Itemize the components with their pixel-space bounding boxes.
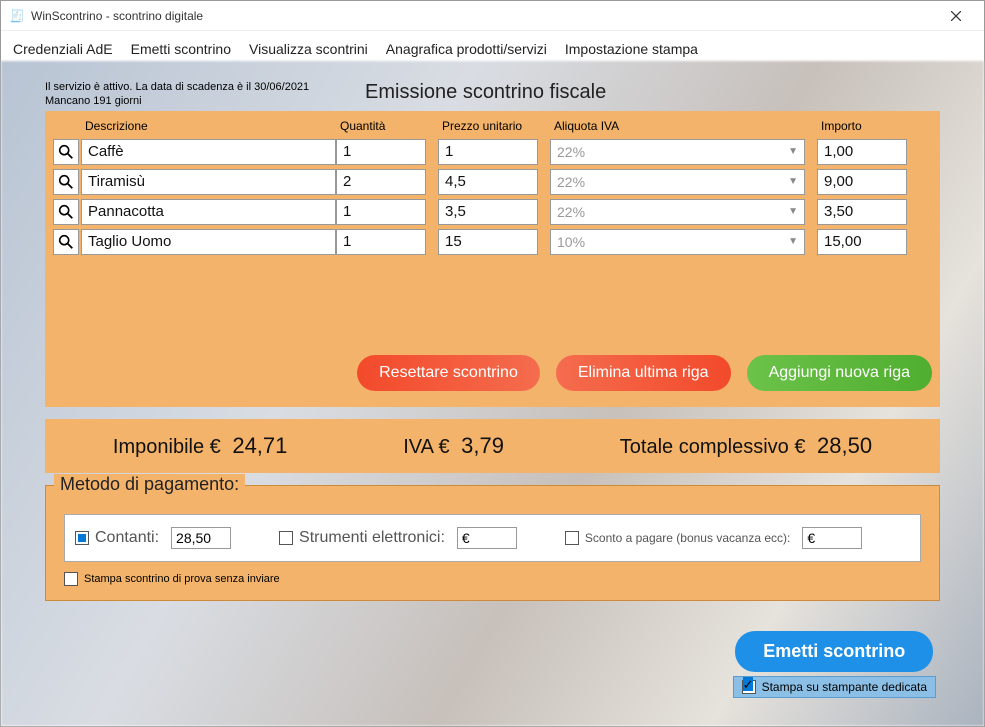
contanti-input[interactable] bbox=[171, 527, 231, 549]
delete-last-row-button[interactable]: Elimina ultima riga bbox=[556, 355, 731, 391]
totals-panel: Imponibile € 24,71 IVA € 3,79 Totale com… bbox=[45, 419, 940, 473]
col-importo: Importo bbox=[817, 117, 907, 135]
reset-button[interactable]: Resettare scontrino bbox=[357, 355, 540, 391]
prezzo-input[interactable] bbox=[438, 229, 538, 255]
emit-button[interactable]: Emetti scontrino bbox=[735, 631, 933, 672]
chevron-down-icon: ▼ bbox=[788, 206, 798, 217]
totale-value: 28,50 bbox=[817, 433, 872, 458]
importo-input[interactable] bbox=[817, 139, 907, 165]
search-product-button[interactable] bbox=[53, 229, 79, 255]
contanti-checkbox[interactable] bbox=[75, 531, 89, 545]
payment-title: Metodo di pagamento: bbox=[54, 474, 245, 495]
add-row-button[interactable]: Aggiungi nuova riga bbox=[747, 355, 932, 391]
sconto-checkbox[interactable] bbox=[565, 531, 579, 545]
col-prezzo: Prezzo unitario bbox=[438, 117, 538, 135]
strumenti-input[interactable] bbox=[457, 527, 517, 549]
aliquota-select[interactable]: 10%▼ bbox=[550, 229, 805, 255]
aliquota-select[interactable]: 22%▼ bbox=[550, 139, 805, 165]
search-product-button[interactable] bbox=[53, 169, 79, 195]
iva-label: IVA € bbox=[403, 436, 449, 458]
search-product-button[interactable] bbox=[53, 199, 79, 225]
prezzo-input[interactable] bbox=[438, 199, 538, 225]
test-print-checkbox[interactable] bbox=[64, 572, 78, 586]
chevron-down-icon: ▼ bbox=[788, 176, 798, 187]
imponibile-value: 24,71 bbox=[232, 433, 287, 458]
iva-value: 3,79 bbox=[461, 433, 504, 458]
col-descrizione: Descrizione bbox=[81, 117, 336, 135]
descrizione-input[interactable] bbox=[81, 169, 336, 195]
quantita-input[interactable] bbox=[336, 139, 426, 165]
payment-panel: Metodo di pagamento: Contanti: Strumenti… bbox=[45, 485, 940, 601]
sconto-label: Sconto a pagare (bonus vacanza ecc): bbox=[585, 531, 790, 545]
quantita-input[interactable] bbox=[336, 169, 426, 195]
descrizione-input[interactable] bbox=[81, 229, 336, 255]
totale-label: Totale complessivo € bbox=[620, 436, 806, 458]
descrizione-input[interactable] bbox=[81, 199, 336, 225]
col-quantita: Quantità bbox=[336, 117, 426, 135]
line-items-panel: Descrizione Quantità Prezzo unitario Ali… bbox=[45, 111, 940, 407]
chevron-down-icon: ▼ bbox=[788, 146, 798, 157]
status-text: Il servizio è attivo. La data di scadenz… bbox=[45, 81, 345, 109]
search-product-button[interactable] bbox=[53, 139, 79, 165]
strumenti-checkbox[interactable] bbox=[279, 531, 293, 545]
dedicated-label: Stampa su stampante dedicata bbox=[762, 680, 927, 694]
imponibile-label: Imponibile € bbox=[113, 436, 221, 458]
close-button[interactable] bbox=[936, 1, 976, 31]
close-icon bbox=[951, 11, 961, 21]
aliquota-select[interactable]: 22%▼ bbox=[550, 169, 805, 195]
dedicated-printer-row[interactable]: Stampa su stampante dedicata bbox=[733, 676, 936, 698]
table-row: 22%▼ bbox=[53, 169, 932, 195]
col-aliquota: Aliquota IVA bbox=[550, 117, 805, 135]
titlebar: 🧾 WinScontrino - scontrino digitale bbox=[1, 1, 984, 31]
sconto-input[interactable] bbox=[802, 527, 862, 549]
importo-input[interactable] bbox=[817, 229, 907, 255]
prezzo-input[interactable] bbox=[438, 139, 538, 165]
app-icon: 🧾 bbox=[9, 8, 25, 24]
chevron-down-icon: ▼ bbox=[788, 236, 798, 247]
prezzo-input[interactable] bbox=[438, 169, 538, 195]
strumenti-label: Strumenti elettronici: bbox=[299, 529, 445, 547]
window-title: WinScontrino - scontrino digitale bbox=[31, 9, 936, 23]
table-row: 10%▼ bbox=[53, 229, 932, 255]
contanti-label: Contanti: bbox=[95, 529, 159, 547]
dedicated-checkbox[interactable] bbox=[742, 680, 756, 694]
page-title: Emissione scontrino fiscale bbox=[365, 81, 606, 104]
importo-input[interactable] bbox=[817, 169, 907, 195]
quantita-input[interactable] bbox=[336, 199, 426, 225]
table-row: 22%▼ bbox=[53, 139, 932, 165]
importo-input[interactable] bbox=[817, 199, 907, 225]
descrizione-input[interactable] bbox=[81, 139, 336, 165]
quantita-input[interactable] bbox=[336, 229, 426, 255]
table-row: 22%▼ bbox=[53, 199, 932, 225]
test-print-label: Stampa scontrino di prova senza inviare bbox=[84, 573, 280, 585]
aliquota-select[interactable]: 22%▼ bbox=[550, 199, 805, 225]
